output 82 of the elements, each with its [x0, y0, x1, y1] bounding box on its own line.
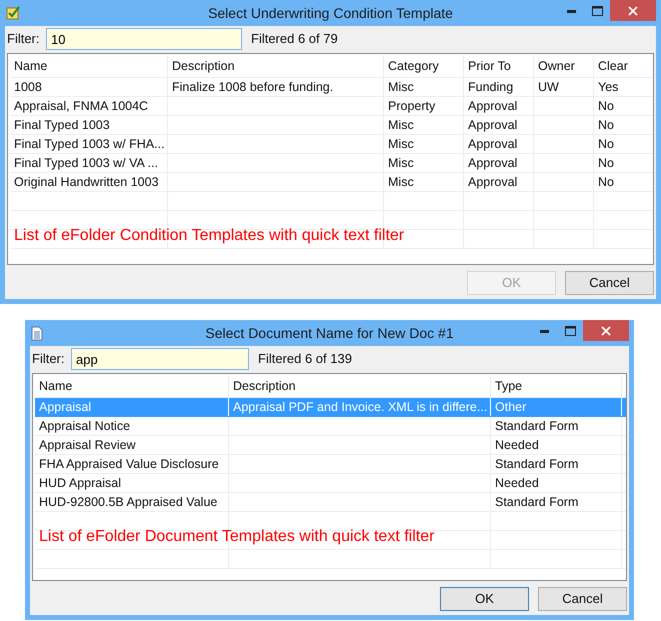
column-header[interactable]: Name [10, 55, 168, 77]
table-cell-text: Standard Form [495, 456, 578, 473]
table-cell-text: Misc [388, 116, 414, 134]
table-cell-text: Finalize 1008 before funding. [172, 78, 334, 96]
table-cell-text: Other [495, 398, 526, 416]
maximize-icon [564, 326, 576, 336]
table-cell-text: No [598, 174, 614, 191]
table-cell-text: Needed [495, 474, 539, 492]
close-button[interactable] [583, 320, 629, 341]
table-cell-text: Final Typed 1003 w/ VA ... [14, 154, 158, 172]
filter-label: Filter: [31, 350, 66, 368]
close-icon [628, 6, 638, 16]
table-row[interactable]: HUD Appraisal Needed [35, 474, 626, 493]
column-header[interactable]: Description [168, 55, 384, 77]
table-cell-text: Property [388, 98, 436, 115]
table-cell-text: No [598, 116, 614, 134]
checkbox-icon [6, 6, 20, 20]
table-cell-text: Misc [388, 78, 414, 96]
table-cell-text: HUD-92800.5B Appraised Value [39, 494, 218, 511]
table-cell-text: Misc [388, 136, 414, 153]
table-cell-text: Final Typed 1003 w/ FHA... [14, 136, 165, 153]
maximize-icon [592, 6, 602, 16]
minimize-icon [540, 330, 548, 332]
table-cell-text: No [598, 154, 614, 172]
table-cell-text: Appraisal Notice [39, 418, 130, 435]
table-cell-text: Appraisal Review [39, 436, 136, 454]
document-icon [31, 326, 43, 340]
dialog-button[interactable]: Cancel [538, 587, 627, 611]
column-header[interactable]: Prior To [464, 55, 534, 77]
table-cell-text: Appraisal [39, 398, 92, 416]
table-cell-text: Standard Form [495, 418, 578, 435]
table-row[interactable]: HUD-92800.5B Appraised Value Standard Form [35, 493, 626, 512]
column-header[interactable]: Category [384, 55, 464, 77]
column-header[interactable]: Type [491, 375, 622, 397]
table-cell-text: Approval [468, 174, 518, 191]
table-cell-text: Appraisal, FNMA 1004C [14, 98, 148, 115]
table-cell-text: Funding [468, 78, 514, 96]
table-row[interactable]: FHA Appraised Value Disclosure Standard Form [35, 455, 626, 474]
table-cell-text: FHA Appraised Value Disclosure [39, 456, 219, 473]
table-cell-text: Misc [388, 154, 414, 172]
column-header[interactable]: Name [35, 375, 229, 397]
close-icon [601, 326, 611, 336]
table-cell-text: Appraisal PDF and Invoice. XML is in differe... [233, 398, 488, 416]
table-row[interactable]: Final Typed 1003 w/ FHA... Misc Approval No [10, 135, 653, 154]
table-cell-text: Misc [388, 174, 414, 191]
table-cell-text: Standard Form [495, 494, 578, 511]
table-cell-text: UW [538, 78, 559, 96]
dialog-button[interactable]: Cancel [565, 271, 654, 295]
table-row[interactable]: Final Typed 1003 Misc Approval No [10, 116, 653, 135]
table-cell-text: 1008 [14, 78, 42, 96]
annotation-text: List of eFolder Document Templates with quick text filter [39, 527, 434, 547]
table-cell-text: HUD Appraisal [39, 474, 121, 492]
close-button[interactable] [610, 0, 656, 21]
window-title: Select Underwriting Condition Template [208, 4, 453, 23]
table-cell-text: Approval [468, 98, 518, 115]
table-cell-text: Final Typed 1003 [14, 116, 110, 134]
table-row[interactable]: Appraisal Review Needed [35, 436, 626, 455]
filter-field[interactable]: 10 [46, 28, 242, 50]
table-row[interactable]: Original Handwritten 1003 Misc Approval No [10, 173, 653, 192]
table-cell-text: Yes [598, 78, 618, 96]
table-cell-text: No [598, 136, 614, 153]
column-header[interactable]: Owner [534, 55, 594, 77]
filter-field[interactable]: app [71, 348, 249, 370]
table-cell-text: Approval [468, 154, 518, 172]
column-header[interactable]: Clear [594, 55, 653, 77]
dialog-button[interactable]: OK [440, 587, 529, 611]
column-header[interactable]: Description [229, 375, 491, 397]
filter-count: Filtered 6 of 79 [251, 30, 338, 48]
annotation-text: List of eFolder Condition Templates with quick text filter [14, 226, 404, 246]
table-row[interactable]: Appraisal Notice Standard Form [35, 417, 626, 436]
table-cell-text: No [598, 98, 614, 115]
table-cell-text: Original Handwritten 1003 [14, 174, 159, 191]
table-row[interactable]: 1008 Finalize 1008 before funding. Misc Funding UW Yes [10, 78, 653, 97]
table-cell-text: Needed [495, 436, 539, 454]
filter-label: Filter: [6, 30, 40, 48]
table-cell-text: Approval [468, 136, 518, 153]
window-title: Select Document Name for New Doc #1 [205, 324, 454, 342]
minimize-icon [566, 10, 576, 12]
table-cell-text: Approval [468, 116, 518, 134]
filter-count: Filtered 6 of 139 [258, 350, 352, 368]
table-row[interactable]: Appraisal, FNMA 1004C Property Approval No [10, 97, 653, 116]
table-row[interactable]: Final Typed 1003 w/ VA ... Misc Approval No [10, 154, 653, 173]
